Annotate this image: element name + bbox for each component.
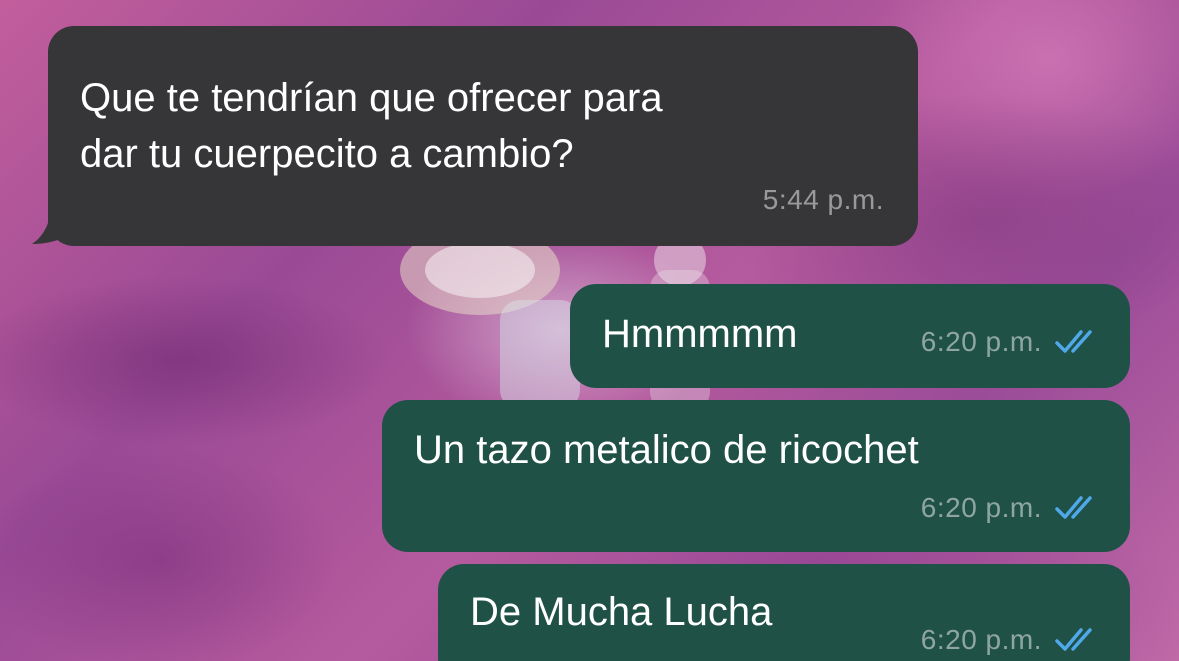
message-meta: 6:20 p.m.	[921, 314, 1100, 370]
message-text: Hmmmmm	[602, 312, 798, 356]
double-check-read-icon	[1055, 330, 1092, 353]
message-text: Que te tendrían que ofrecer para dar tu …	[80, 76, 663, 176]
message-bubble-incoming[interactable]: Que te tendrían que ofrecer para dar tu …	[48, 26, 918, 246]
message-bubble-outgoing[interactable]: Hmmmmm 6:20 p.m.	[570, 284, 1130, 388]
timestamp-text: 6:20 p.m.	[920, 326, 1042, 357]
double-check-read-icon	[1055, 496, 1092, 519]
message-meta: 6:20 p.m.	[921, 612, 1100, 661]
bubble-tail-icon	[32, 196, 74, 244]
message-timestamp: 5:44 p.m.	[763, 172, 884, 228]
message-bubble-outgoing[interactable]: De Mucha Lucha 6:20 p.m.	[438, 564, 1130, 661]
double-check-read-icon	[1055, 628, 1092, 651]
chat-thread[interactable]: Que te tendrían que ofrecer para dar tu …	[0, 0, 1179, 661]
timestamp-text: 5:44 p.m.	[762, 184, 884, 215]
timestamp-text: 6:20 p.m.	[920, 624, 1042, 655]
message-text: De Mucha Lucha	[470, 590, 773, 634]
message-meta: 6:20 p.m.	[921, 480, 1100, 536]
message-text: Un tazo metalico de ricochet	[414, 428, 919, 472]
message-bubble-outgoing[interactable]: Un tazo metalico de ricochet 6:20 p.m.	[382, 400, 1130, 552]
timestamp-text: 6:20 p.m.	[920, 492, 1042, 523]
